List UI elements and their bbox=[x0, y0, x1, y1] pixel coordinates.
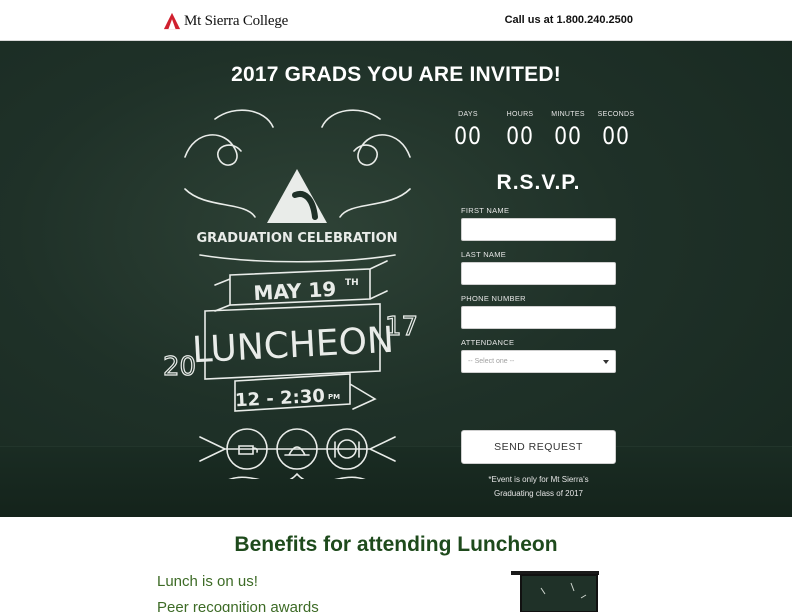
rsvp-title: R.S.V.P. bbox=[496, 171, 581, 194]
eligibility-note-line1: *Event is only for Mt Sierra's bbox=[488, 475, 589, 484]
phone-number-label: PHONE NUMBER bbox=[461, 294, 526, 303]
attendance-selected-value: -- Select one -- bbox=[468, 358, 515, 365]
rsvp-form: FIRST NAME LAST NAME PHONE NUMBER ATTEND… bbox=[461, 206, 616, 373]
benefit-item: Lunch is on us! bbox=[157, 573, 258, 590]
countdown-label: SECONDS bbox=[597, 111, 635, 118]
benefits-title: Benefits for attending Luncheon bbox=[234, 533, 558, 556]
site-header: Mt Sierra College Call us at 1.800.240.2… bbox=[0, 0, 792, 41]
flourish-bottom bbox=[228, 472, 366, 479]
first-name-label: FIRST NAME bbox=[461, 206, 510, 215]
countdown-seconds: SECONDS 00 bbox=[594, 111, 638, 150]
countdown-timer: DAYS 00 HOURS 00 MINUTES 00 SECONDS 00 bbox=[446, 111, 636, 161]
chalkboard-icon bbox=[511, 571, 599, 612]
art-year-left: 20 bbox=[163, 352, 196, 382]
benefit-item: Peer recognition awards bbox=[157, 599, 319, 612]
attendance-label: ATTENDANCE bbox=[461, 338, 515, 347]
art-event: LUNCHEON bbox=[191, 320, 395, 372]
countdown-value: 00 bbox=[454, 122, 482, 150]
eligibility-note: *Event is only for Mt Sierra's Graduatin… bbox=[461, 473, 616, 501]
countdown-value: 00 bbox=[554, 122, 582, 150]
luncheon-chalk-art: GRADUATION CELEBRATION MAY 19 TH LUNCHEO… bbox=[162, 109, 419, 479]
phone-number-input[interactable] bbox=[461, 306, 616, 329]
art-year-right: 17 bbox=[385, 312, 418, 342]
countdown-value: 00 bbox=[506, 122, 534, 150]
send-request-button[interactable]: SEND REQUEST bbox=[461, 430, 616, 464]
logo-text: Mt Sierra College bbox=[184, 12, 289, 29]
first-name-input[interactable] bbox=[461, 218, 616, 241]
logo-triangle-icon bbox=[163, 12, 181, 30]
countdown-minutes: MINUTES 00 bbox=[546, 111, 590, 150]
art-date-suffix: TH bbox=[345, 278, 359, 288]
phone-number[interactable]: Call us at 1.800.240.2500 bbox=[505, 14, 633, 26]
countdown-label: MINUTES bbox=[551, 111, 585, 118]
art-date: MAY 19 bbox=[253, 277, 337, 305]
attendance-select[interactable]: -- Select one -- bbox=[461, 350, 616, 373]
art-time: 12 - 2:30 bbox=[235, 386, 326, 412]
hero-title: 2017 GRADS YOU ARE INVITED! bbox=[231, 63, 561, 86]
art-time-suffix: PM bbox=[328, 393, 340, 401]
hero-section: 2017 GRADS YOU ARE INVITED! GRADUATION C… bbox=[0, 41, 792, 517]
countdown-label: HOURS bbox=[506, 111, 534, 118]
dropdown-caret-icon bbox=[603, 360, 609, 364]
eligibility-note-line2: Graduating class of 2017 bbox=[494, 489, 583, 498]
flourish-top bbox=[184, 134, 411, 166]
last-name-input[interactable] bbox=[461, 262, 616, 285]
countdown-label: DAYS bbox=[458, 111, 478, 118]
countdown-days: DAYS 00 bbox=[446, 111, 490, 150]
art-heading: GRADUATION CELEBRATION bbox=[196, 231, 397, 246]
college-logo[interactable]: Mt Sierra College bbox=[163, 11, 288, 31]
countdown-value: 00 bbox=[602, 122, 630, 150]
countdown-hours: HOURS 00 bbox=[498, 111, 542, 150]
last-name-label: LAST NAME bbox=[461, 250, 507, 259]
